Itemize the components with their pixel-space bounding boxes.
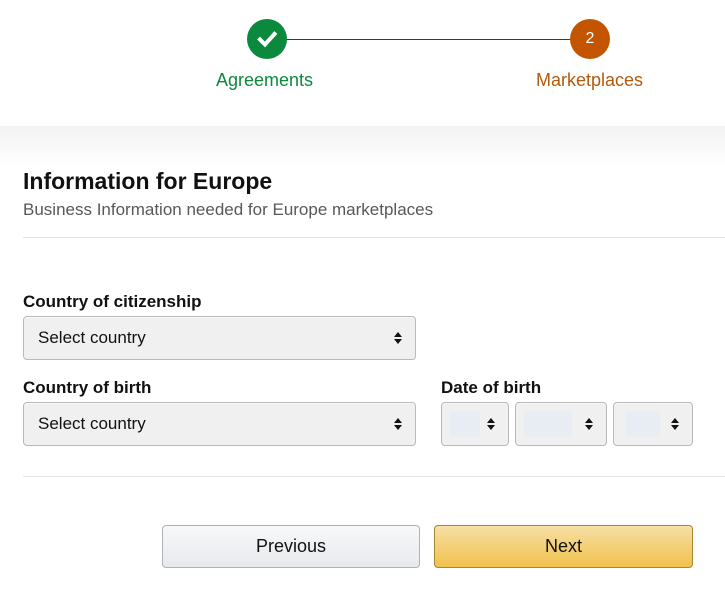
sort-arrows-icon xyxy=(486,418,496,430)
birth-month-value xyxy=(524,411,572,437)
sort-arrows-icon xyxy=(393,332,403,344)
birth-year-select[interactable] xyxy=(613,402,693,446)
check-icon xyxy=(257,31,278,48)
birth-country-select[interactable]: Select country xyxy=(23,402,416,446)
citizenship-select-value: Select country xyxy=(38,328,146,347)
sort-arrows-icon xyxy=(393,418,403,430)
step-label-marketplaces: Marketplaces xyxy=(536,70,644,90)
divider xyxy=(23,237,725,238)
birth-country-label: Country of birth xyxy=(23,378,152,397)
citizenship-label: Country of citizenship xyxy=(23,292,202,311)
step-current-indicator: 2 xyxy=(570,19,610,59)
step-number: 2 xyxy=(585,30,595,47)
birth-day-select[interactable] xyxy=(441,402,509,446)
birth-year-value xyxy=(626,411,660,437)
sort-arrows-icon xyxy=(670,418,680,430)
page-title: Information for Europe xyxy=(23,168,273,194)
birth-month-select[interactable] xyxy=(515,402,607,446)
page-subtitle: Business Information needed for Europe m… xyxy=(23,200,434,219)
step-label-agreements[interactable]: Agreements xyxy=(216,70,313,91)
step-completed-indicator xyxy=(247,19,287,59)
citizenship-select[interactable]: Select country xyxy=(23,316,416,360)
next-button[interactable]: Next xyxy=(434,525,693,568)
stepper-connector xyxy=(268,39,590,40)
progress-stepper: 2 Agreements Marketplaces xyxy=(0,0,725,128)
divider xyxy=(23,476,725,477)
header-shadow xyxy=(0,126,725,166)
previous-button[interactable]: Previous xyxy=(162,525,420,568)
sort-arrows-icon xyxy=(584,418,594,430)
birth-country-select-value: Select country xyxy=(38,414,146,433)
date-of-birth-label: Date of birth xyxy=(441,378,542,397)
birth-day-value xyxy=(450,411,480,437)
